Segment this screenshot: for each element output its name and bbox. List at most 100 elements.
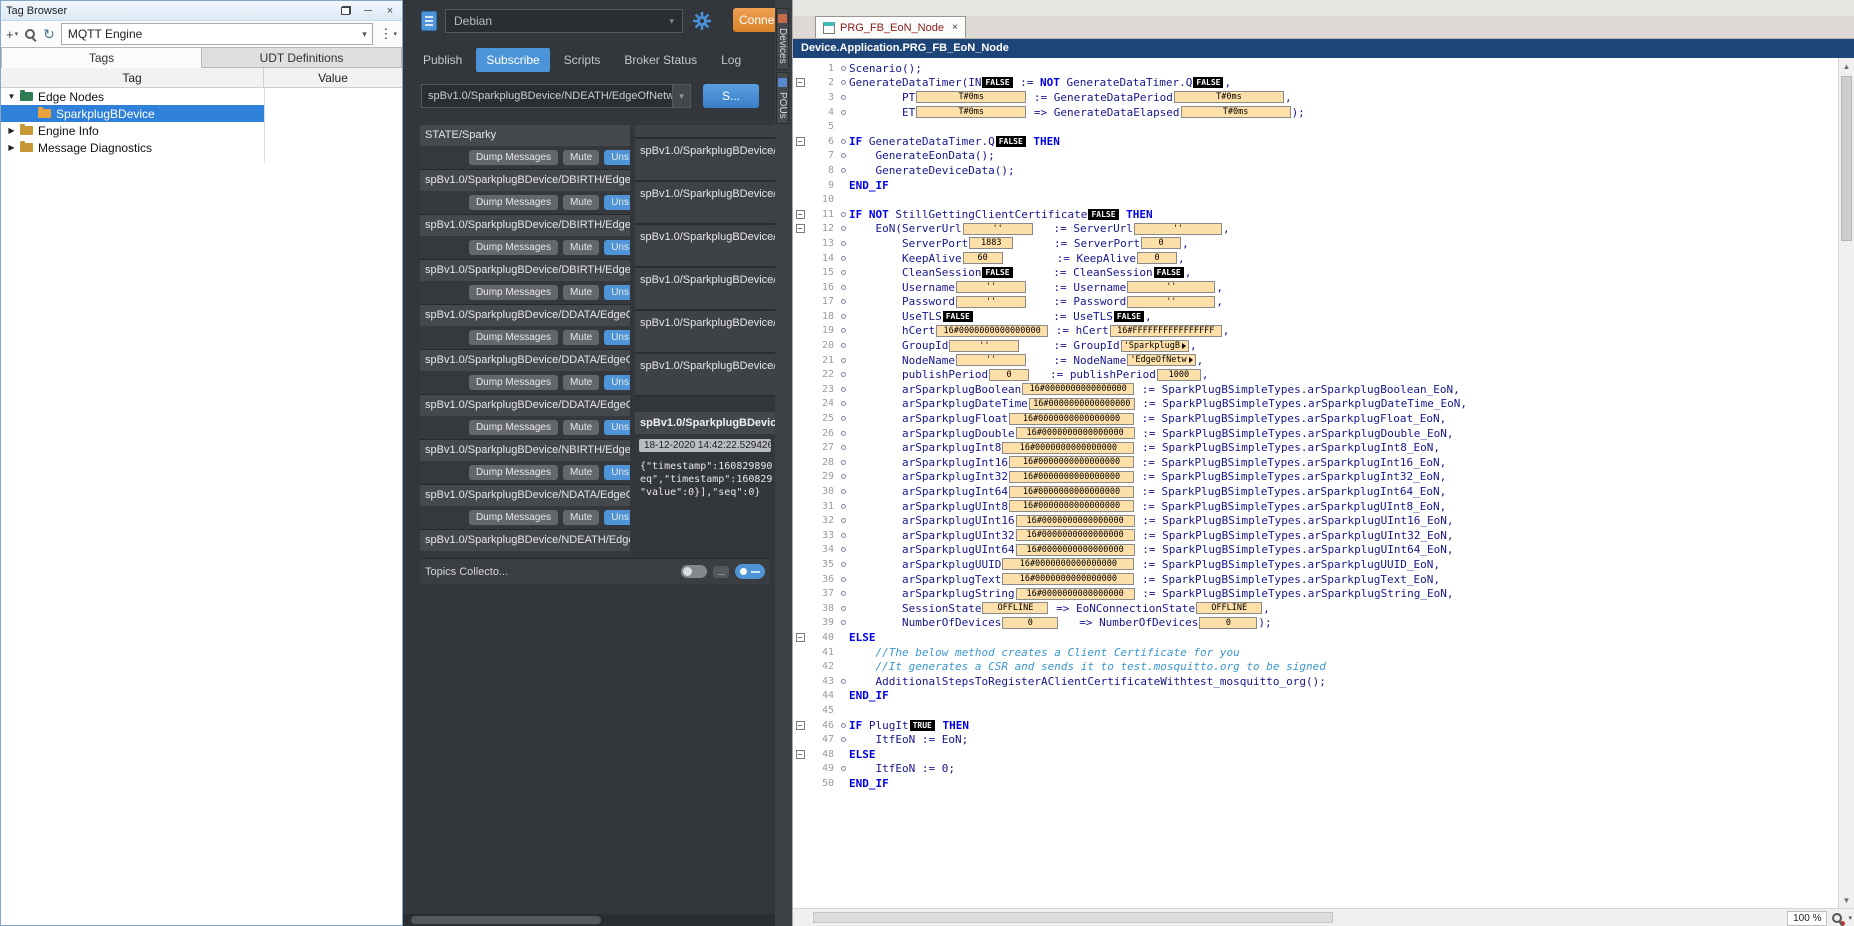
value-box[interactable]: 16#0000000000000000 bbox=[1016, 544, 1135, 556]
value-box[interactable]: 16#FFFFFFFFFFFFFFFF bbox=[1110, 325, 1222, 337]
scrollbar-thumb[interactable] bbox=[411, 916, 601, 924]
window-minimize-button[interactable]: ─ bbox=[361, 4, 375, 17]
value-box[interactable]: 16#0000000000000000 bbox=[1022, 383, 1134, 395]
subscription-topic-label[interactable]: spBv1.0/SparkplugBDevice/NDEATH/EdgeOfNe… bbox=[420, 530, 630, 551]
expand-icon[interactable]: ▼ bbox=[5, 92, 18, 101]
fold-toggle[interactable]: − bbox=[793, 721, 807, 730]
vertical-scrollbar[interactable]: ▲ ▼ bbox=[1838, 58, 1854, 908]
value-box[interactable]: T#0ms bbox=[1181, 106, 1291, 118]
subscription-topic-label[interactable]: spBv1.0/SparkplugBDevice/DDATA/EdgeOfNet… bbox=[420, 395, 630, 416]
horizontal-scrollbar-thumb[interactable] bbox=[813, 912, 1333, 923]
fold-toggle[interactable]: − bbox=[793, 137, 807, 146]
options-menu-button[interactable]: ⋮ ▾ bbox=[379, 26, 397, 42]
zoom-dropdown-icon[interactable]: ▾ bbox=[1848, 914, 1852, 922]
value-box[interactable]: 16#0000000000000000 bbox=[1009, 471, 1134, 483]
unsubscribe-button[interactable]: Uns bbox=[604, 330, 630, 345]
column-divider[interactable] bbox=[264, 88, 265, 163]
tab-publish[interactable]: Publish bbox=[413, 48, 472, 72]
value-box[interactable]: 16#0000000000000000 bbox=[1016, 588, 1135, 600]
collector-more-button[interactable]: ... bbox=[713, 566, 729, 578]
value-box[interactable]: '' bbox=[963, 223, 1033, 235]
mute-button[interactable]: Mute bbox=[563, 465, 599, 480]
value-box[interactable]: 16#0000000000000000 bbox=[1009, 413, 1134, 425]
tree-item-engine-info[interactable]: ▶Engine Info bbox=[1, 122, 402, 139]
tab-tags[interactable]: Tags bbox=[1, 47, 202, 68]
value-box[interactable]: 16#0000000000000000 bbox=[1009, 500, 1134, 512]
tab-broker-status[interactable]: Broker Status bbox=[614, 48, 707, 72]
value-box[interactable]: 0 bbox=[1141, 237, 1181, 249]
value-box[interactable]: 1000 bbox=[1157, 369, 1201, 381]
subscription-topic-label[interactable]: spBv1.0/SparkplugBDevice/NDATA/EdgeOfNet… bbox=[420, 485, 630, 506]
value-box[interactable]: '' bbox=[1127, 296, 1215, 308]
subscription-topic-label[interactable]: spBv1.0/SparkplugBDevice/DDATA/EdgeOfNet… bbox=[420, 350, 630, 371]
dump-messages-button[interactable]: Dump Messages bbox=[469, 420, 558, 435]
value-box[interactable]: 16#0000000000000000 bbox=[1002, 442, 1134, 454]
connection-profile-select[interactable]: Debian ▾ bbox=[445, 9, 683, 33]
value-box[interactable]: T#0ms bbox=[916, 91, 1026, 103]
tag-provider-select[interactable]: MQTT Engine ▾ bbox=[61, 23, 374, 45]
value-box[interactable]: 16#0000000000000000 bbox=[1009, 456, 1134, 468]
column-header-value[interactable]: Value bbox=[264, 68, 402, 87]
unsubscribe-button[interactable]: Uns bbox=[604, 285, 630, 300]
message-item[interactable]: spBv1.0/SparkplugBDevice/DDAT bbox=[635, 268, 775, 311]
value-box[interactable]: '' bbox=[1134, 223, 1222, 235]
window-close-button[interactable]: × bbox=[383, 4, 397, 17]
tree-item-message-diagnostics[interactable]: ▶Message Diagnostics bbox=[1, 139, 402, 156]
message-item[interactable]: spBv1.0/SparkplugBDevice/DDAT bbox=[635, 139, 775, 182]
expand-icon[interactable]: ▶ bbox=[5, 143, 18, 152]
fold-toggle[interactable]: − bbox=[793, 633, 807, 642]
unsubscribe-button[interactable]: Uns bbox=[604, 240, 630, 255]
tree-item-sparkplugbdevice[interactable]: SparkplugBDevice bbox=[1, 105, 264, 122]
subscription-topic-label[interactable]: STATE/Sparky bbox=[420, 125, 630, 146]
bool-value-box[interactable]: FALSE bbox=[943, 311, 973, 322]
value-box[interactable]: 'SparkplugB bbox=[1121, 340, 1189, 352]
tab-scripts[interactable]: Scripts bbox=[554, 48, 611, 72]
value-box[interactable]: 16#0000000000000000 bbox=[1002, 558, 1134, 570]
window-float-button[interactable] bbox=[339, 4, 353, 17]
topic-input[interactable]: spBv1.0/SparkplugBDevice/NDEATH/EdgeOfNe… bbox=[421, 84, 673, 108]
value-box[interactable]: 0 bbox=[1137, 252, 1177, 264]
bool-value-box[interactable]: FALSE bbox=[982, 77, 1012, 88]
column-header-tag[interactable]: Tag bbox=[1, 68, 264, 87]
value-box[interactable]: 0 bbox=[1002, 617, 1058, 629]
search-button[interactable] bbox=[24, 28, 37, 41]
value-box[interactable]: OFFLINE bbox=[1196, 602, 1262, 614]
subscription-topic-label[interactable]: spBv1.0/SparkplugBDevice/DBIRTH/EdgeOfNe… bbox=[420, 260, 630, 281]
subscription-topic-label[interactable]: spBv1.0/SparkplugBDevice/NBIRTH/EdgeOfNe… bbox=[420, 440, 630, 461]
message-item[interactable]: spBv1.0/SparkplugBDevice/DDAT bbox=[635, 311, 775, 354]
scroll-down-arrow[interactable]: ▼ bbox=[1839, 892, 1854, 908]
value-box[interactable]: '' bbox=[956, 281, 1026, 293]
side-tab-devices[interactable]: Devices bbox=[776, 8, 789, 70]
value-box[interactable]: 16#0000000000000000 bbox=[1029, 398, 1135, 410]
unsubscribe-button[interactable]: Uns bbox=[604, 465, 630, 480]
scrollbar-thumb[interactable] bbox=[1841, 76, 1852, 241]
fold-toggle[interactable]: − bbox=[793, 210, 807, 219]
mute-button[interactable]: Mute bbox=[563, 375, 599, 390]
value-box[interactable]: 0 bbox=[1199, 617, 1257, 629]
value-box[interactable]: 16#0000000000000000 bbox=[1016, 427, 1135, 439]
settings-button[interactable] bbox=[691, 10, 713, 32]
mute-button[interactable]: Mute bbox=[563, 195, 599, 210]
dump-messages-button[interactable]: Dump Messages bbox=[469, 330, 558, 345]
unsubscribe-button[interactable]: Uns bbox=[604, 195, 630, 210]
add-tag-button[interactable]: + ▾ bbox=[6, 27, 18, 42]
value-box[interactable]: 16#0000000000000000 bbox=[1002, 573, 1134, 585]
value-box[interactable]: 16#0000000000000000 bbox=[936, 325, 1048, 337]
message-item[interactable] bbox=[635, 125, 775, 139]
subscription-topic-label[interactable]: spBv1.0/SparkplugBDevice/DDATA/EdgeOfNet… bbox=[420, 305, 630, 326]
bool-value-box[interactable]: FALSE bbox=[1154, 267, 1184, 278]
fold-toggle[interactable]: − bbox=[793, 78, 807, 87]
horizontal-scrollbar[interactable] bbox=[403, 914, 775, 926]
unsubscribe-button[interactable]: Uns bbox=[604, 420, 630, 435]
subscription-topic-label[interactable]: spBv1.0/SparkplugBDevice/DBIRTH/EdgeOfNe… bbox=[420, 170, 630, 191]
message-item[interactable]: spBv1.0/SparkplugBDevice/NDAT bbox=[635, 182, 775, 225]
value-box[interactable]: 'EdgeOfNetw bbox=[1127, 354, 1195, 366]
connect-button[interactable]: Connec bbox=[733, 8, 775, 32]
zoom-level[interactable]: 100 % bbox=[1787, 911, 1827, 926]
dump-messages-button[interactable]: Dump Messages bbox=[469, 240, 558, 255]
value-box[interactable]: '' bbox=[956, 354, 1026, 366]
mute-button[interactable]: Mute bbox=[563, 240, 599, 255]
value-box[interactable]: 16#0000000000000000 bbox=[1016, 515, 1135, 527]
topic-dropdown-button[interactable]: ▾ bbox=[673, 84, 691, 108]
dump-messages-button[interactable]: Dump Messages bbox=[469, 150, 558, 165]
